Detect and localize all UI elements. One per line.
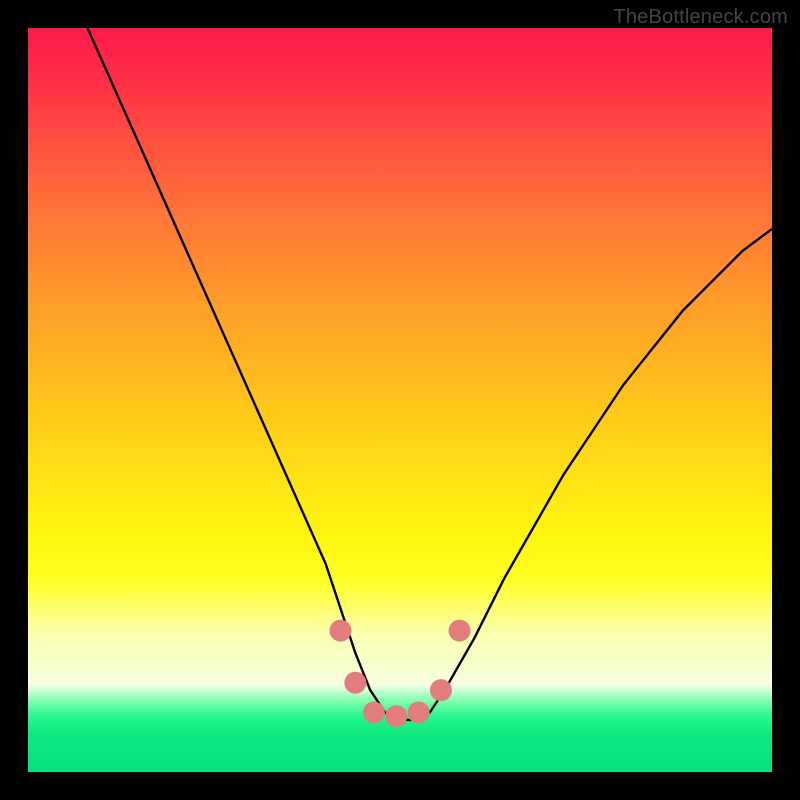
- plot-area: [28, 28, 772, 772]
- marker-right-cap-bottom: [430, 679, 452, 701]
- marker-flat-1: [363, 701, 385, 723]
- marker-flat-2: [385, 705, 407, 727]
- marker-left-cap-top: [329, 620, 351, 642]
- marker-left-cap-bottom: [344, 672, 366, 694]
- bottleneck-curve: [88, 28, 772, 720]
- curve-layer: [28, 28, 772, 772]
- watermark-text: TheBottleneck.com: [613, 6, 788, 29]
- marker-right-cap-top: [449, 620, 471, 642]
- chart-frame: TheBottleneck.com: [0, 0, 800, 800]
- marker-flat-3: [408, 701, 430, 723]
